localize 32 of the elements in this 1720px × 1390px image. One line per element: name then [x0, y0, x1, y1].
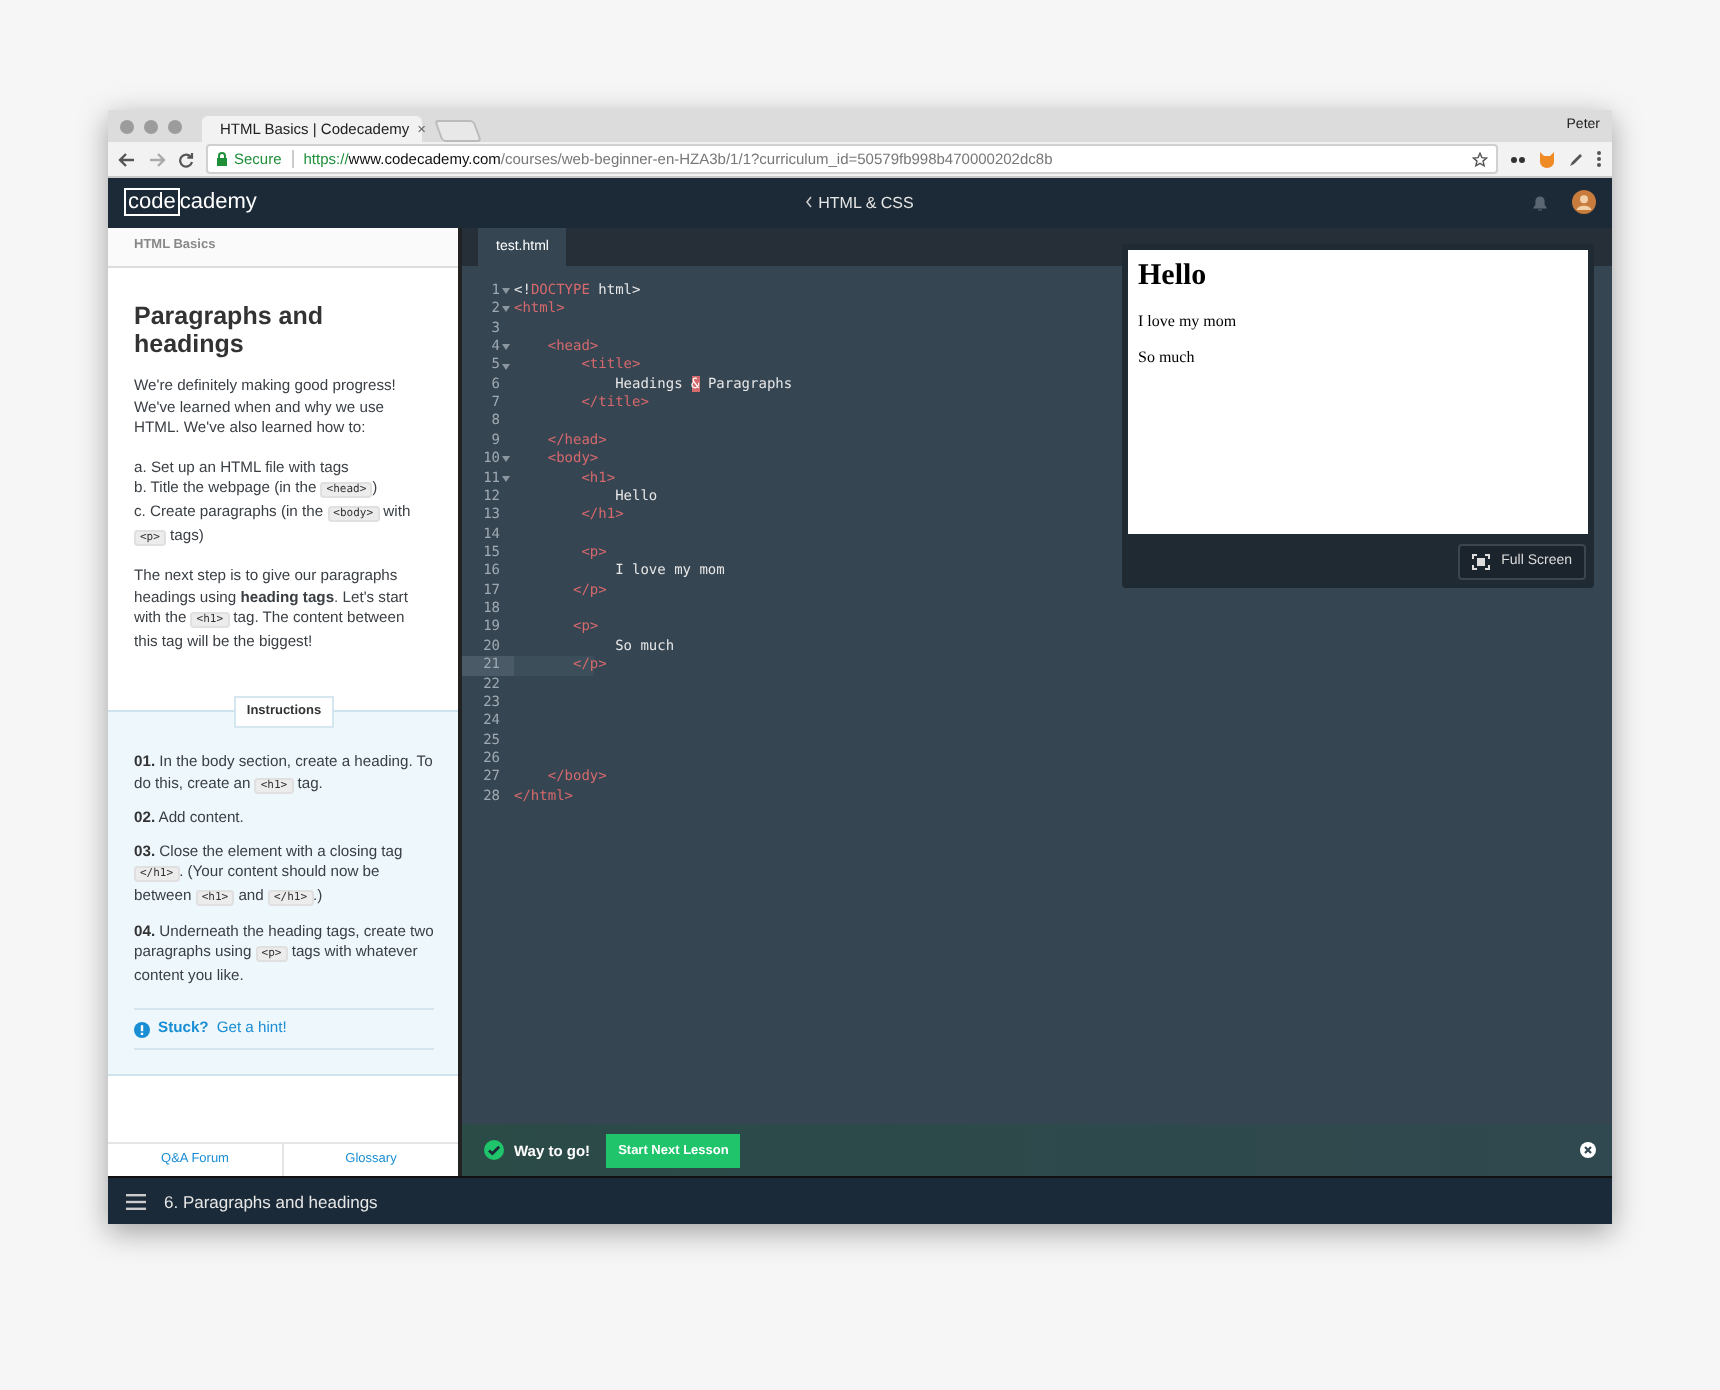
fold-icon[interactable] [502, 288, 510, 295]
reload-icon[interactable] [178, 151, 194, 167]
close-icon[interactable] [1580, 1142, 1596, 1159]
expand-icon [1471, 553, 1490, 570]
menu-icon[interactable] [1596, 150, 1602, 168]
bookmark-star-icon[interactable] [1472, 151, 1488, 167]
fold-icon[interactable] [502, 363, 510, 370]
back-icon[interactable] [118, 151, 136, 167]
window-minimize-button[interactable] [144, 119, 158, 133]
bell-icon[interactable] [1532, 193, 1548, 212]
check-circle-icon [484, 1140, 504, 1161]
pen-extension-icon[interactable] [1568, 151, 1584, 167]
menu-icon[interactable] [126, 1193, 146, 1210]
preview-paragraph: So much [1138, 347, 1197, 368]
extension-icon[interactable] [1510, 151, 1526, 167]
chevron-left-icon[interactable] [806, 196, 813, 209]
preview-paragraph: I love my mom [1138, 311, 1239, 332]
codecademy-logo[interactable]: code cademy [124, 188, 257, 217]
lock-icon [216, 152, 228, 166]
cat-extension-icon[interactable] [1538, 150, 1556, 168]
preview-heading: Hello [1138, 257, 1209, 294]
lesson-name[interactable]: 6. Paragraphs and headings [164, 1191, 378, 1212]
forward-icon[interactable] [148, 151, 166, 167]
fold-icon[interactable] [502, 456, 510, 463]
fold-icon[interactable] [502, 306, 510, 313]
fold-icon[interactable] [502, 475, 510, 482]
window-zoom-button[interactable] [168, 119, 182, 133]
course-link[interactable]: HTML & CSS [818, 193, 914, 212]
lesson-title: Paragraphs and headings [134, 301, 325, 358]
avatar-icon[interactable] [1572, 190, 1596, 215]
window-close-button[interactable] [120, 119, 134, 133]
fold-icon[interactable] [502, 344, 510, 351]
